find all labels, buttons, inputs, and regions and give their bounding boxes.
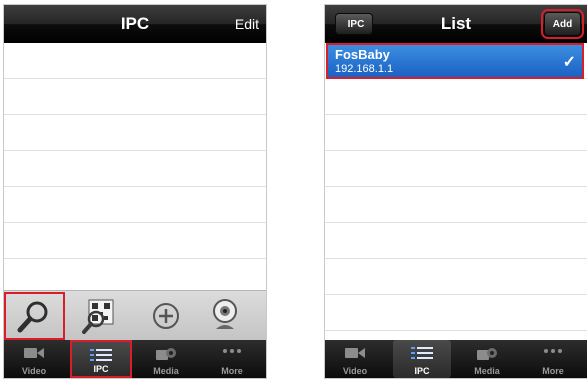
tab-label: IPC <box>414 366 430 376</box>
device-ip: 192.168.1.1 <box>335 63 394 75</box>
list-icon <box>90 349 112 361</box>
device-name: FosBaby <box>335 47 390 62</box>
list-item[interactable] <box>325 115 587 151</box>
webcam-button[interactable] <box>200 291 250 341</box>
list-item[interactable] <box>4 79 266 115</box>
device-list <box>4 43 266 295</box>
list-icon <box>411 347 433 359</box>
ipc-screen: IPC Edit Video IPC Media More <box>3 4 267 379</box>
list-item[interactable] <box>4 187 266 223</box>
tab-more[interactable]: More <box>527 340 579 378</box>
add-icon <box>153 303 179 329</box>
video-camera-icon <box>24 348 44 358</box>
tab-label: Media <box>153 366 179 376</box>
tab-more[interactable]: More <box>206 340 258 378</box>
search-button[interactable] <box>4 292 65 340</box>
qr-scan-icon <box>82 299 114 334</box>
qr-scan-button[interactable] <box>76 291 126 341</box>
tab-label: Media <box>474 366 500 376</box>
media-icon <box>477 348 497 360</box>
list-item[interactable] <box>325 79 587 115</box>
list-item[interactable] <box>325 295 587 331</box>
add-device-button[interactable] <box>142 291 192 341</box>
device-list-screen: IPC List Add FosBaby 192.168.1.1 ✓ Video… <box>324 4 587 379</box>
list-item[interactable] <box>4 151 266 187</box>
checkmark-icon: ✓ <box>562 54 576 71</box>
tab-label: Video <box>21 366 47 376</box>
selected-device-row[interactable]: FosBaby 192.168.1.1 ✓ <box>326 43 584 79</box>
list-item[interactable] <box>4 223 266 259</box>
list-item[interactable] <box>325 259 587 295</box>
list-item[interactable] <box>4 115 266 151</box>
navigation-bar: IPC Edit <box>4 5 266 43</box>
device-list <box>325 43 587 331</box>
list-item[interactable] <box>325 187 587 223</box>
more-icon <box>544 349 562 353</box>
action-toolbar <box>4 290 266 341</box>
tab-label: IPC <box>93 364 109 374</box>
tab-bar: Video IPC Media More <box>325 340 587 378</box>
webcam-icon <box>213 299 237 329</box>
edit-button[interactable]: Edit <box>235 5 259 43</box>
search-icon <box>17 301 48 333</box>
tab-label: More <box>221 366 243 376</box>
list-item[interactable] <box>325 223 587 259</box>
tab-ipc[interactable]: IPC <box>393 340 451 378</box>
tab-ipc[interactable]: IPC <box>70 340 132 378</box>
add-button[interactable]: Add <box>541 9 584 39</box>
tab-media[interactable]: Media <box>140 340 192 378</box>
tab-label: More <box>542 366 564 376</box>
navigation-bar: IPC List Add <box>325 5 587 43</box>
list-item[interactable] <box>4 43 266 79</box>
more-icon <box>223 349 241 353</box>
tab-media[interactable]: Media <box>461 340 513 378</box>
tab-video[interactable]: Video <box>329 340 381 378</box>
media-icon <box>156 348 176 360</box>
tab-video[interactable]: Video <box>8 340 60 378</box>
page-title: IPC <box>120 14 150 33</box>
video-camera-icon <box>345 348 365 358</box>
tab-bar: Video IPC Media More <box>4 340 266 378</box>
tab-label: Video <box>342 366 368 376</box>
list-item[interactable] <box>325 151 587 187</box>
